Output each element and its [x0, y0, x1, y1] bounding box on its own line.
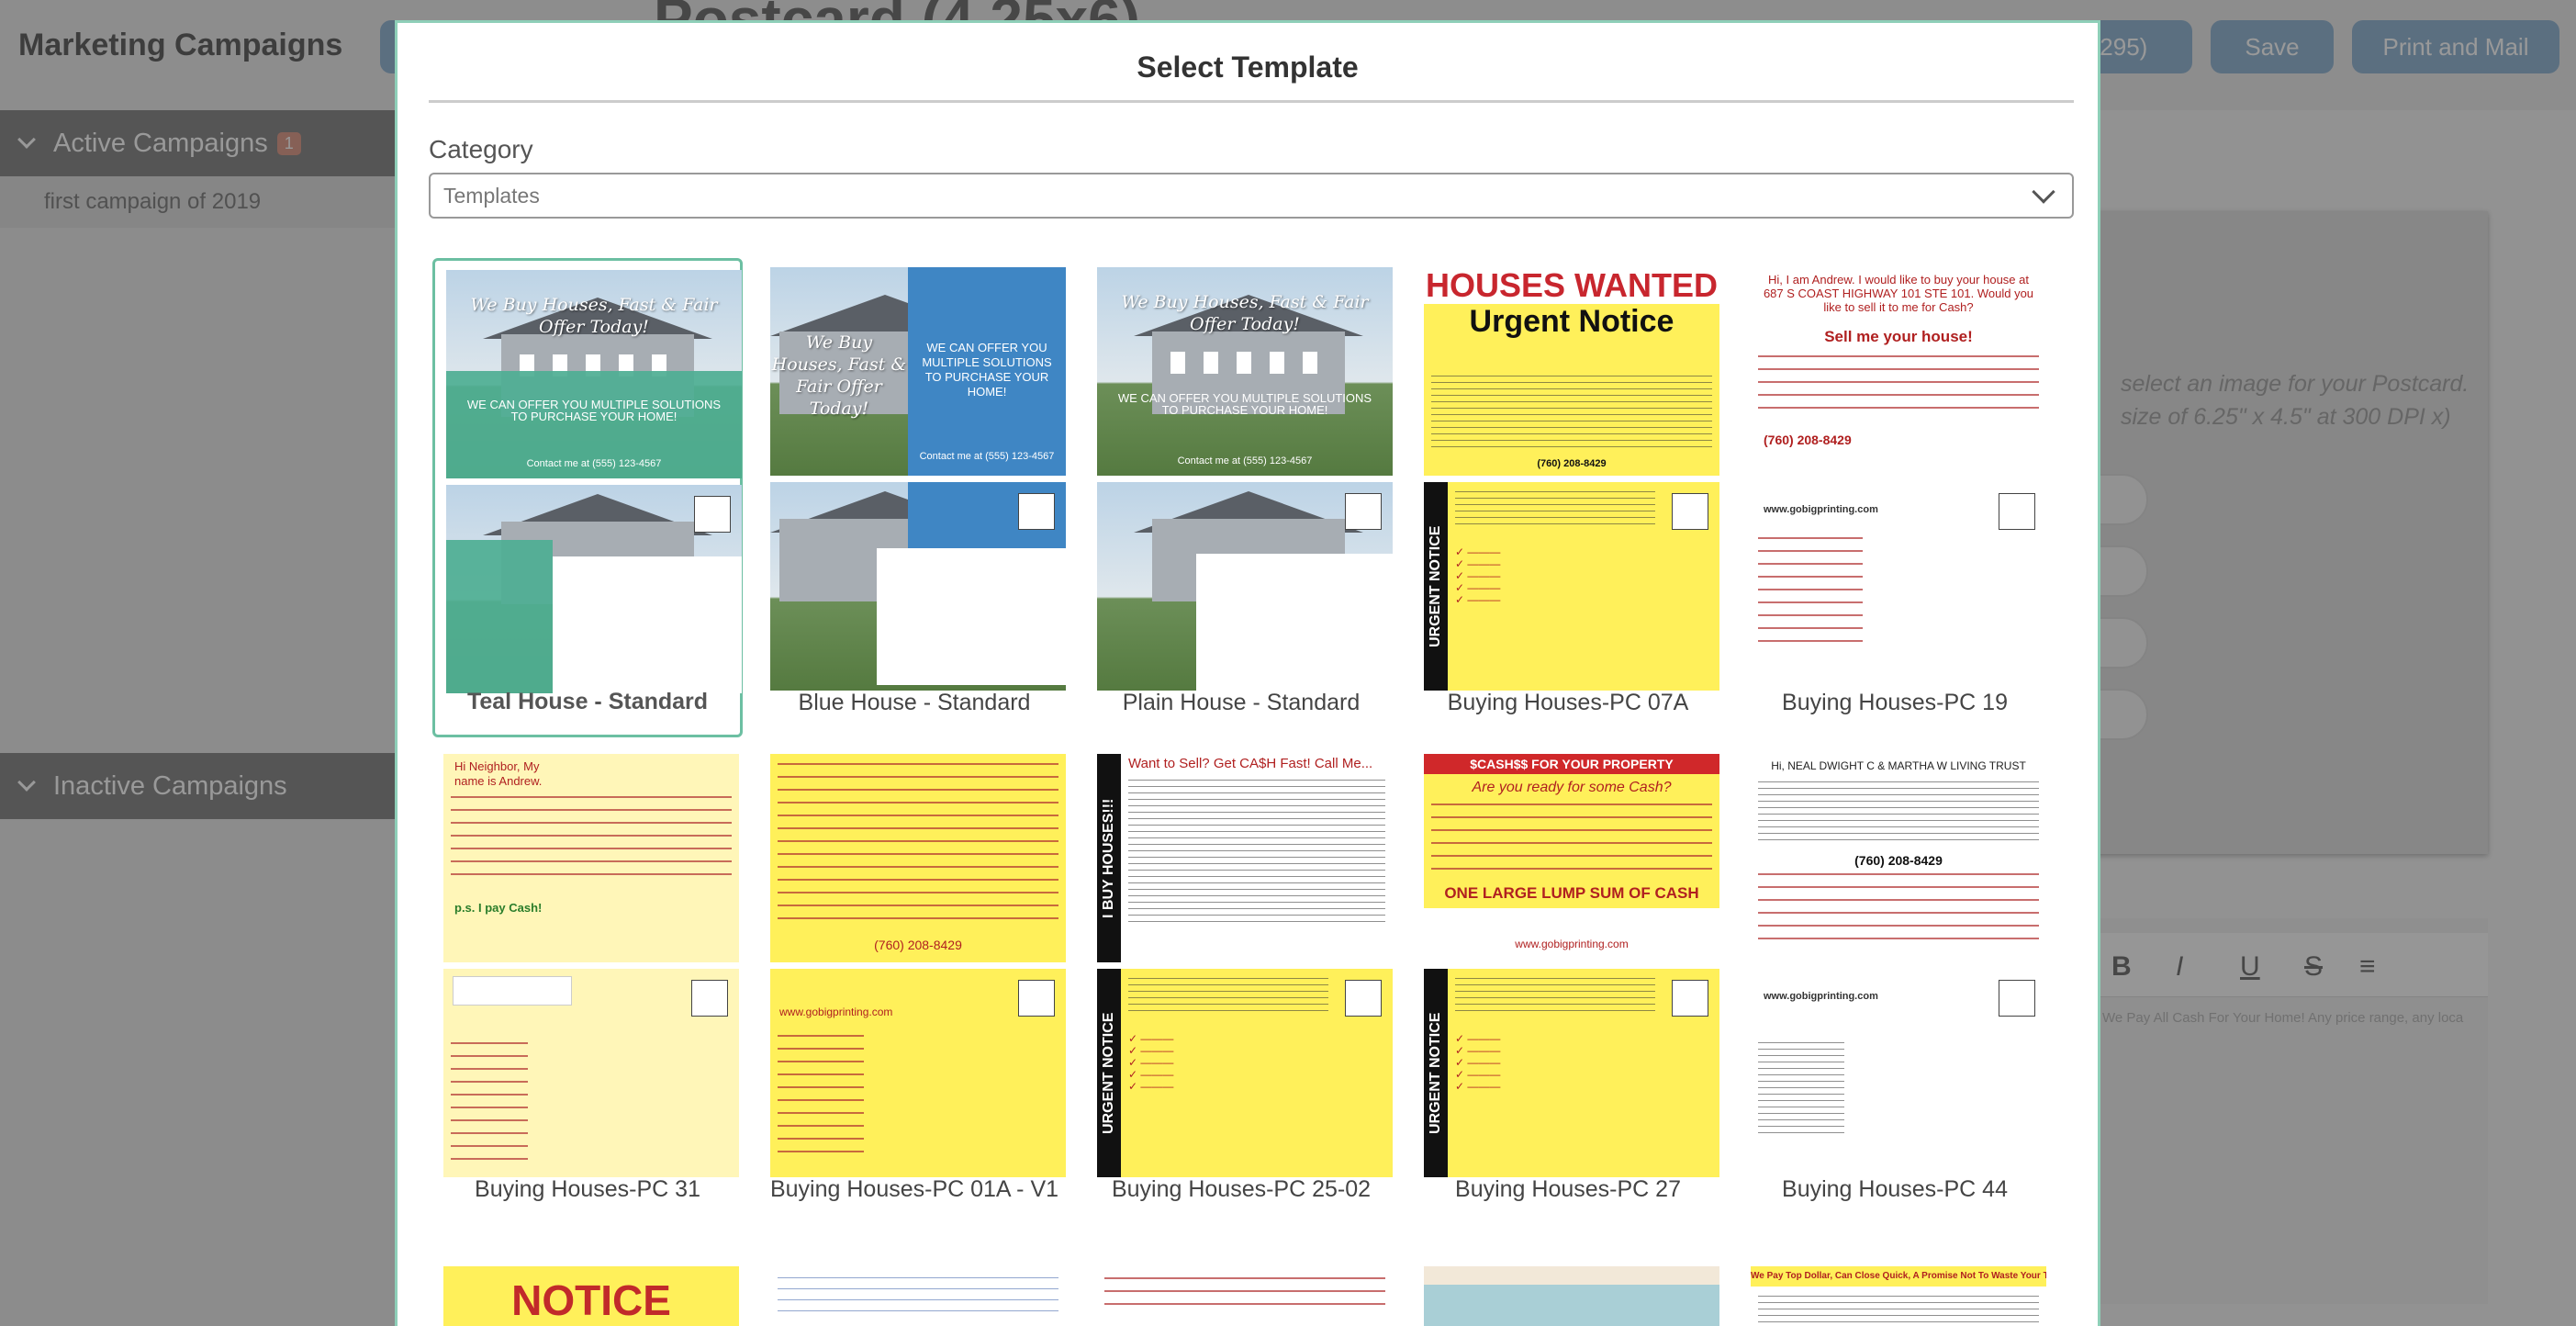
preview-headline: NOTICE [511, 1276, 671, 1324]
preview-headline: Want to Sell? Get CA$H Fast! Call Me... [1128, 756, 1373, 771]
preview-phone: (760) 208-8429 [1854, 853, 1943, 868]
template-back-preview: www.gobigprinting.com [1751, 969, 2046, 1177]
template-back-preview: www.gobigprinting.com [770, 969, 1066, 1177]
template-label: Teal House - Standard [466, 689, 709, 714]
preview-headline: We Buy Houses, Fast & Fair Offer Today! [771, 332, 907, 419]
template-front-preview: We Buy Houses, Fast & Fair Offer Today! … [446, 270, 742, 478]
category-select[interactable]: Templates [429, 173, 2074, 219]
preview-headline: We Buy Houses, Fast & Fair Offer Today! [470, 295, 718, 337]
preview-ps: p.s. I pay Cash! [454, 901, 543, 915]
template-label: Buying Houses-PC 01A - V1 [769, 1176, 1059, 1202]
template-front-preview[interactable]: We Pay Top Dollar, Can Close Quick, A Pr… [1751, 1266, 2046, 1326]
postage-stamp-icon [1018, 493, 1055, 530]
preview-subtext: WE CAN OFFER YOU MULTIPLE SOLUTIONS TO P… [466, 398, 722, 423]
template-card[interactable]: We Buy Houses, Fast & Fair Offer Today! … [759, 258, 1070, 737]
template-back-preview: www.gobigprinting.com [1751, 482, 2046, 691]
modal-title: Select Template [1137, 51, 1359, 84]
template-card[interactable]: $CASH$$ FOR YOUR PROPERTY Are you ready … [1413, 745, 1723, 1224]
preview-strip-text: URGENT NOTICE [1424, 482, 1448, 691]
postage-stamp-icon [1999, 493, 2035, 530]
category-label: Category [429, 135, 533, 163]
preview-headline: We Buy Houses, Fast & Fair Offer Today! [1121, 292, 1369, 334]
preview-website: www.gobigprinting.com [1515, 938, 1629, 950]
category-value: Templates [443, 183, 540, 208]
postage-stamp-icon [1672, 493, 1708, 530]
template-front-preview[interactable] [1424, 1266, 1719, 1326]
template-card[interactable]: We Buy Houses, Fast & Fair Offer Today! … [432, 258, 743, 737]
template-card[interactable]: I BUY HOUSES!!! Want to Sell? Get CA$H F… [1086, 745, 1396, 1224]
template-front-preview: Hi, NEAL DWIGHT C & MARTHA W LIVING TRUS… [1751, 754, 2046, 962]
preview-intro: Hi, NEAL DWIGHT C & MARTHA W LIVING TRUS… [1771, 759, 2026, 772]
postage-stamp-icon [1672, 980, 1708, 1017]
template-label: Buying Houses-PC 07A [1447, 690, 1689, 715]
template-card[interactable]: Hi, NEAL DWIGHT C & MARTHA W LIVING TRUS… [1740, 745, 2050, 1224]
preview-headline: $CASH$$ FOR YOUR PROPERTY [1424, 754, 1719, 774]
template-label: Blue House - Standard [798, 690, 1031, 715]
template-card[interactable]: (760) 208-8429 www.gobigprinting.com Buy… [759, 745, 1070, 1224]
preview-headline: HOUSES WANTED [1424, 267, 1719, 304]
preview-strip-text: URGENT NOTICE [1097, 969, 1121, 1177]
template-back-preview [1097, 482, 1393, 691]
template-back-preview [446, 485, 742, 693]
chevron-down-icon [2032, 180, 2055, 204]
preview-subtext: WE CAN OFFER YOU MULTIPLE SOLUTIONS TO P… [1117, 391, 1372, 417]
template-label: Buying Houses-PC 25-02 [1111, 1176, 1372, 1202]
preview-lump-sum: ONE LARGE LUMP SUM OF CASH [1444, 884, 1699, 902]
template-front-preview: Hi, I am Andrew. I would like to buy you… [1751, 267, 2046, 476]
preview-website: www.gobigprinting.com [779, 1006, 893, 1018]
template-card[interactable]: We Buy Houses, Fast & Fair Offer Today! … [1086, 258, 1396, 737]
preview-phone: (760) 208-8429 [1764, 433, 1852, 447]
preview-contact: Contact me at (555) 123-4567 [1177, 455, 1313, 466]
preview-intro: Hi, I am Andrew. I would like to buy you… [1763, 273, 2034, 314]
template-label: Buying Houses-PC 44 [1782, 1176, 2008, 1202]
preview-headline: We Pay Top Dollar, Can Close Quick, A Pr… [1751, 1266, 2046, 1287]
preview-website: www.gobigprinting.com [1764, 504, 1878, 515]
template-front-preview: (760) 208-8429 [770, 754, 1066, 962]
preview-subtext: WE CAN OFFER YOU MULTIPLE SOLUTIONS TO P… [922, 341, 1052, 399]
template-front-preview[interactable] [770, 1266, 1066, 1326]
template-front-preview: We Buy Houses, Fast & Fair Offer Today! … [770, 267, 1066, 476]
preview-website: www.gobigprinting.com [1764, 991, 1878, 1002]
preview-contact: Contact me at (555) 123-4567 [919, 451, 1055, 462]
template-front-preview: Hi Neighbor, My name is Andrew. p.s. I p… [443, 754, 739, 962]
template-label: Buying Houses-PC 31 [475, 1176, 700, 1202]
template-front-preview: $CASH$$ FOR YOUR PROPERTY Are you ready … [1424, 754, 1719, 962]
preview-headline: Hi Neighbor, My name is Andrew. [454, 759, 543, 788]
postage-stamp-icon [1345, 980, 1382, 1017]
template-back-preview: URGENT NOTICE ✓ ——— ✓ ——— ✓ ——— ✓ ——— ✓ ——— [1424, 969, 1719, 1177]
template-back-preview: URGENT NOTICE ✓ ——— ✓ ——— ✓ ——— ✓ ——— ✓ ——— [1424, 482, 1719, 691]
divider [429, 100, 2074, 103]
postage-stamp-icon [694, 496, 731, 533]
template-card[interactable]: HOUSES WANTED Urgent Notice (760) 208-84… [1413, 258, 1723, 737]
template-front-preview[interactable]: NOTICE [443, 1266, 739, 1326]
preview-strip-text: I BUY HOUSES!!! [1097, 754, 1121, 962]
preview-subheadline: Urgent Notice [1469, 304, 1674, 339]
template-label: Buying Houses-PC 19 [1782, 690, 2008, 715]
preview-phone: (760) 208-8429 [1537, 458, 1607, 469]
template-back-preview [443, 969, 739, 1177]
template-front-preview: I BUY HOUSES!!! Want to Sell? Get CA$H F… [1097, 754, 1393, 962]
preview-contact: Contact me at (555) 123-4567 [526, 458, 662, 469]
template-card[interactable]: Hi Neighbor, My name is Andrew. p.s. I p… [432, 745, 743, 1224]
postage-stamp-icon [1345, 493, 1382, 530]
template-back-preview: URGENT NOTICE ✓ ——— ✓ ——— ✓ ——— ✓ ——— ✓ ——— [1097, 969, 1393, 1177]
template-front-preview: HOUSES WANTED Urgent Notice (760) 208-84… [1424, 267, 1719, 476]
template-front-preview: We Buy Houses, Fast & Fair Offer Today! … [1097, 267, 1393, 476]
postage-stamp-icon [1018, 980, 1055, 1017]
postage-stamp-icon [1999, 980, 2035, 1017]
preview-headline: Sell me your house! [1824, 328, 1973, 345]
template-card[interactable]: Hi, I am Andrew. I would like to buy you… [1740, 258, 2050, 737]
template-label: Plain House - Standard [1122, 690, 1361, 715]
template-back-preview [770, 482, 1066, 691]
template-front-preview[interactable] [1097, 1266, 1393, 1326]
preview-strip-text: URGENT NOTICE [1424, 969, 1448, 1177]
preview-subheadline: Are you ready for some Cash? [1472, 780, 1672, 795]
template-label: Buying Houses-PC 27 [1455, 1176, 1681, 1202]
select-template-modal: Select Template Category Templates We Bu… [395, 20, 2100, 1326]
postage-stamp-icon [691, 980, 728, 1017]
preview-phone: (760) 208-8429 [874, 938, 962, 952]
